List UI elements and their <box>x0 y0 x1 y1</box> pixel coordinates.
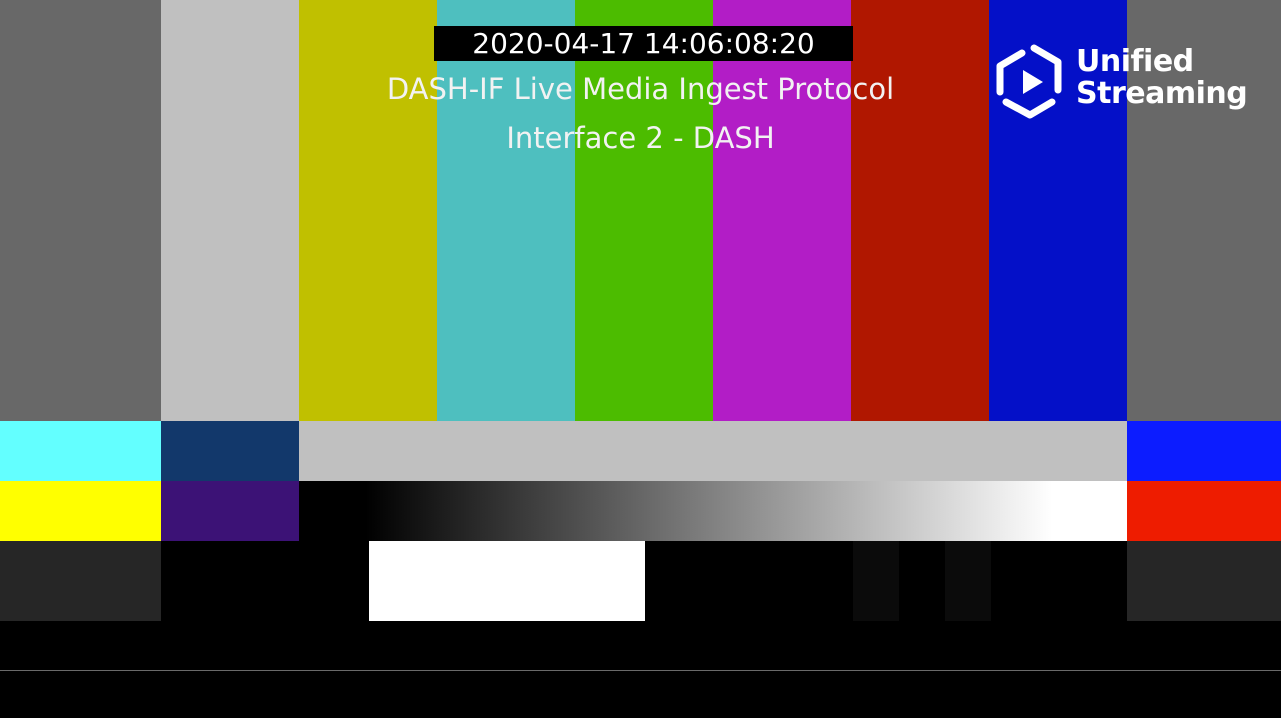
divider-line <box>0 670 1281 671</box>
logo-wordmark: Unified Streaming <box>1076 44 1248 111</box>
white-bar <box>161 0 299 421</box>
yellow-bar <box>299 0 437 421</box>
dark-gray-swatch-right <box>1127 541 1281 621</box>
pluge-bar <box>945 541 991 621</box>
navy-swatch <box>161 421 299 481</box>
blue-swatch <box>1127 421 1281 481</box>
pluge-bar <box>853 541 899 621</box>
cyan-swatch <box>0 421 161 481</box>
logo-line-unified: Unified <box>1076 44 1194 79</box>
dark-gray-swatch-left <box>0 541 161 621</box>
logo-line-streaming: Streaming <box>1076 76 1248 111</box>
yellow-swatch <box>0 481 161 541</box>
timecode-display: 2020-04-17 14:06:08:20 <box>434 26 853 61</box>
caption-subtitle: Interface 2 - DASH <box>506 121 775 155</box>
green-bar <box>575 0 713 421</box>
caption-title: DASH-IF Live Media Ingest Protocol <box>386 72 895 106</box>
unified-streaming-logo: Unified Streaming <box>990 40 1260 124</box>
gray-strip <box>299 421 1127 481</box>
red-swatch <box>1127 481 1281 541</box>
white-swatch <box>369 541 645 621</box>
hexagon-play-icon <box>996 44 1062 119</box>
luminance-ramp <box>299 481 1127 541</box>
test-pattern-video-frame: 2020-04-17 14:06:08:20 DASH-IF Live Medi… <box>0 0 1281 718</box>
gray-bar-left <box>0 0 161 421</box>
magenta-bar <box>713 0 851 421</box>
red-bar <box>851 0 989 421</box>
purple-swatch <box>161 481 299 541</box>
cyan-bar <box>437 0 575 421</box>
